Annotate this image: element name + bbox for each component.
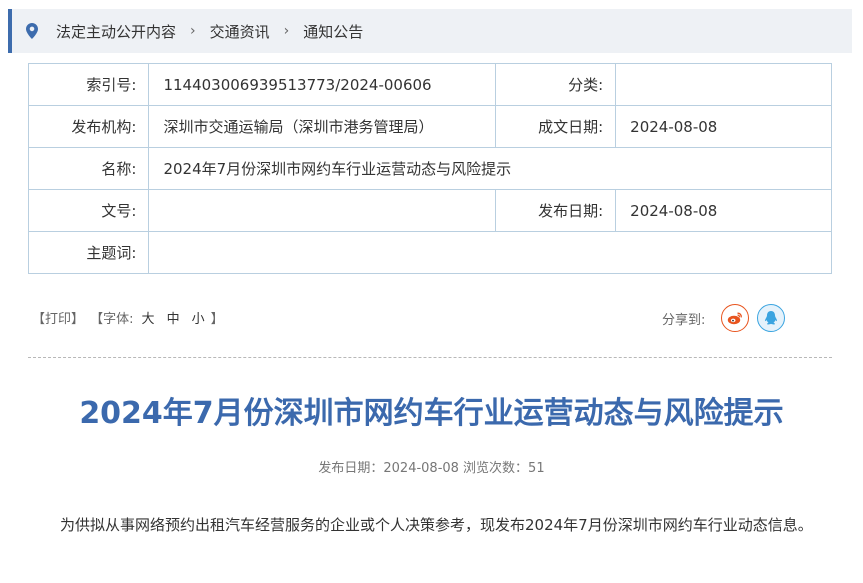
category-label: 分类: [494, 63, 617, 106]
font-size-open: 【字体: [90, 312, 134, 327]
location-pin-icon [26, 20, 44, 42]
publisher-label: 发布机构: [27, 105, 150, 148]
font-large-button[interactable]: 大 [142, 312, 155, 327]
article-body-paragraph: 为供拟从事网络预约出租汽车经营服务的企业或个人决策参考，现发布2024年7月份深… [60, 516, 813, 534]
table-row: 索引号: 11440300693951377​3/2024-00606 分类: [27, 63, 832, 106]
category-value [615, 63, 832, 106]
breadcrumb-item-traffic-news[interactable]: 交通资讯 [210, 21, 270, 42]
weibo-icon [728, 312, 743, 325]
font-small-button[interactable]: 小 [192, 312, 205, 327]
breadcrumb-item-public-content[interactable]: 法定主动公开内容 [56, 21, 176, 42]
publish-date-value: 2024-08-08 [615, 189, 832, 232]
document-meta-table: 索引号: 11440300693951377​3/2024-00606 分类: … [27, 63, 832, 274]
table-row: 发布机构: 深圳市交通运输局（深圳市港务管理局） 成文日期: 2024-08-0… [27, 105, 832, 148]
chevron-right-icon: › [283, 23, 290, 39]
publish-date-label: 发布日期: [494, 189, 617, 232]
table-row: 文号: 发布日期: 2024-08-08 [27, 189, 832, 232]
written-date-value: 2024-08-08 [615, 105, 832, 148]
breadcrumb: 法定主动公开内容 › 交通资讯 › 通知公告 [8, 9, 852, 53]
publisher-value: 深圳市交通运输局（深圳市港务管理局） [148, 105, 496, 148]
qq-penguin-icon [765, 311, 778, 325]
qq-share-button[interactable] [757, 304, 786, 332]
doc-number-label: 文号: [27, 189, 150, 232]
share-label: 分享到: [662, 312, 706, 328]
chevron-right-icon: › [190, 23, 196, 39]
article-publish-info: 发布日期：2024-08-08 浏览次数：51 [318, 461, 545, 476]
font-medium-button[interactable]: 中 [167, 312, 180, 327]
table-row: 名称: 2024年7月份深圳市网约车行业运营动态与风险提示 [27, 147, 832, 190]
article-title: 2024年7月份深圳市网约车行业运营动态与风险提示 [79, 396, 784, 431]
breadcrumb-item-notices[interactable]: 通知公告 [303, 21, 363, 42]
print-button[interactable]: 【打印】 [32, 312, 84, 327]
subject-value [148, 231, 832, 274]
article-tools: 【打印】 【字体: 大中小】 [32, 308, 226, 327]
written-date-label: 成文日期: [494, 105, 617, 148]
subject-label: 主题词: [27, 231, 150, 274]
dashed-divider [28, 357, 832, 358]
index-value: 11440300693951377​3/2024-00606 [148, 63, 496, 106]
share-bar: 分享到: [662, 304, 793, 332]
doc-number-value [148, 189, 496, 232]
font-size-close: 】 [210, 312, 224, 327]
name-label: 名称: [27, 147, 150, 190]
table-row: 主题词: [27, 231, 832, 274]
name-value: 2024年7月份深圳市网约车行业运营动态与风险提示 [148, 147, 832, 190]
weibo-share-button[interactable] [721, 304, 750, 332]
index-label: 索引号: [27, 63, 150, 106]
